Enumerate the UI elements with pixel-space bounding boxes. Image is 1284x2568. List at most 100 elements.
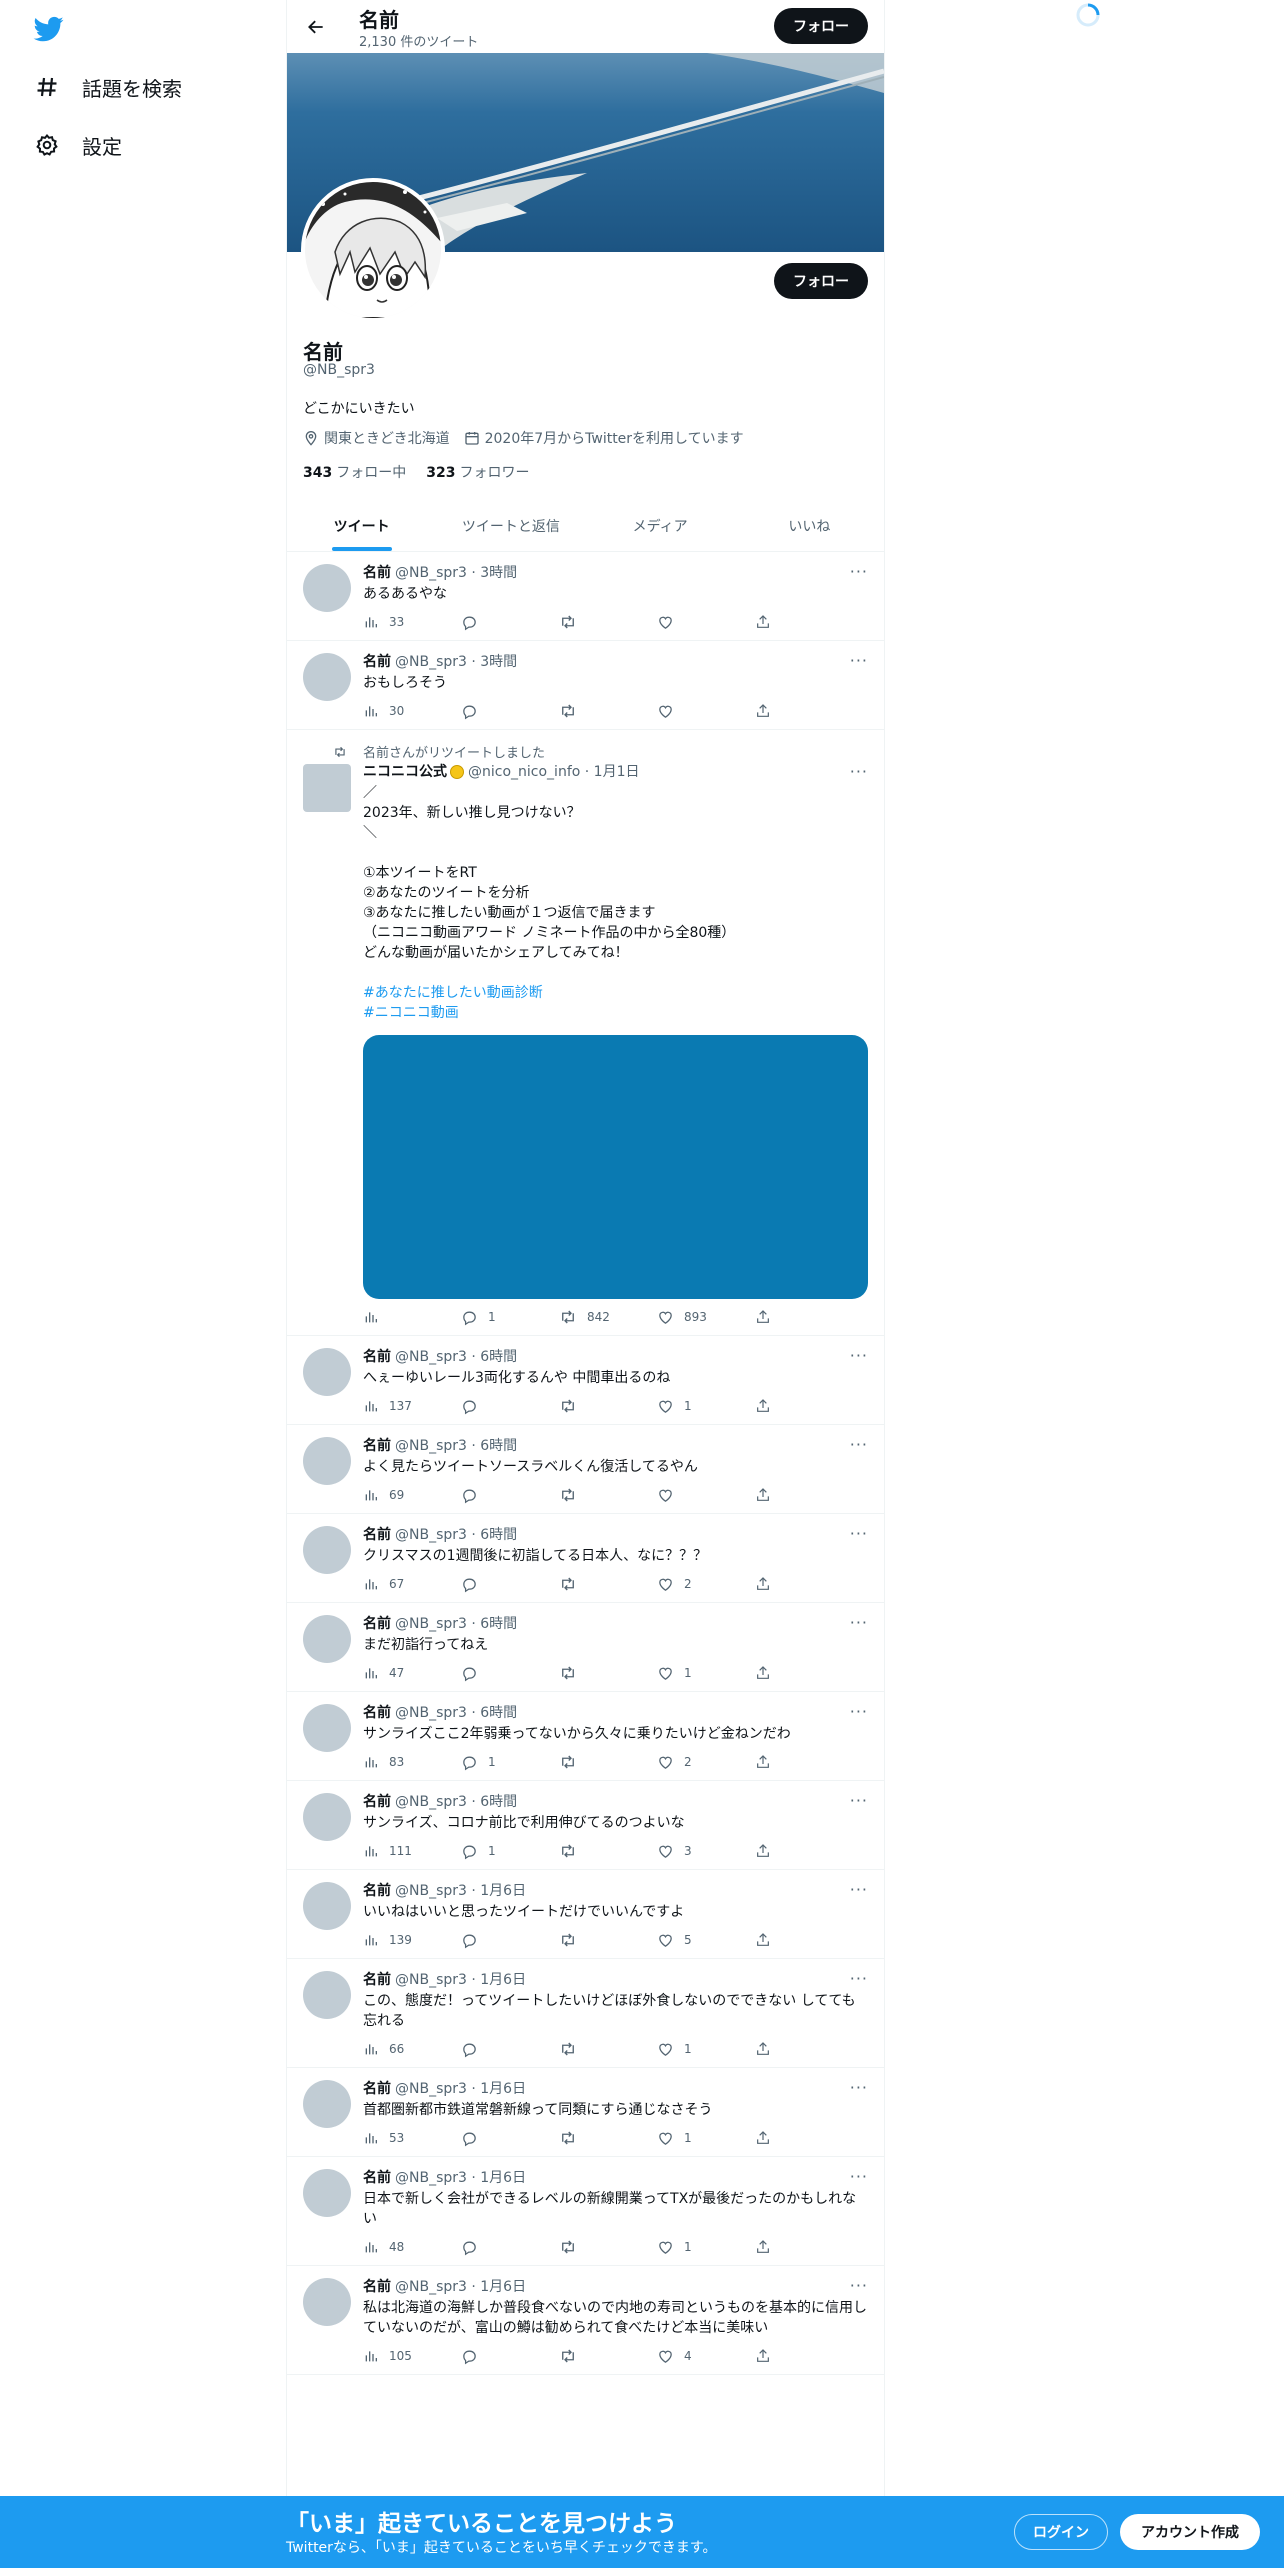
more-options-icon[interactable]: ··· [850, 1791, 868, 1810]
views-action[interactable]: 33 [363, 614, 461, 630]
replies-action[interactable] [461, 1932, 559, 1949]
header-follow-button[interactable]: フォロー [774, 8, 868, 44]
share-action[interactable] [755, 614, 785, 630]
following-link[interactable]: 343 フォロー中 [303, 462, 406, 482]
tweet-author-name[interactable]: 名前 [363, 1437, 391, 1455]
more-options-icon[interactable]: ··· [850, 1702, 868, 1721]
retweets-action[interactable] [559, 1575, 657, 1593]
tweet[interactable]: ··· 名前 @NB_spr3 · 3時間 おもしろそう 30 [287, 641, 884, 730]
tweet-avatar[interactable] [303, 1882, 351, 1930]
share-action[interactable] [755, 2041, 785, 2057]
views-action[interactable]: 105 [363, 2348, 461, 2364]
profile-avatar[interactable] [301, 178, 445, 322]
profile-follow-button[interactable]: フォロー [774, 263, 868, 299]
replies-action[interactable] [461, 2348, 559, 2365]
tweet[interactable]: ··· 名前 @NB_spr3 · 6時間 まだ初詣行ってねえ 47 1 [287, 1603, 884, 1692]
tab-media[interactable]: メディア [586, 500, 735, 551]
tweet[interactable]: ··· 名前 @NB_spr3 · 1月6日 この、態度だ！ってツイートしたいけどほぼ… [287, 1959, 884, 2068]
replies-action[interactable] [461, 614, 559, 631]
more-options-icon[interactable]: ··· [850, 1435, 868, 1454]
views-action[interactable]: 30 [363, 703, 461, 719]
likes-action[interactable]: 1 [657, 2239, 755, 2256]
tweet-avatar[interactable] [303, 653, 351, 701]
retweets-action[interactable] [559, 1753, 657, 1771]
views-action[interactable]: 53 [363, 2130, 461, 2146]
tweet-avatar[interactable] [303, 2169, 351, 2217]
tweet[interactable]: ··· 名前 @NB_spr3 · 1月6日 私は北海道の海鮮しか普段食べないので内地… [287, 2266, 884, 2375]
tweet-author-name[interactable]: 名前 [363, 564, 391, 582]
replies-action[interactable] [461, 1576, 559, 1593]
signup-button[interactable]: アカウント作成 [1120, 2514, 1260, 2550]
tweet-avatar[interactable] [303, 1793, 351, 1841]
replies-action[interactable] [461, 703, 559, 720]
tweet-media[interactable] [363, 1035, 868, 1299]
tweet[interactable]: ··· 名前 @NB_spr3 · 6時間 へぇーゆいレール3両化するんや 中間車出る… [287, 1336, 884, 1425]
retweeted-tweet[interactable]: 名前さんがリツイートしました ··· ニコニコ公式 @nico_nico_info ·… [287, 730, 884, 1336]
followers-link[interactable]: 323 フォロワー [426, 462, 529, 482]
replies-action[interactable]: 1 [461, 1754, 559, 1771]
retweets-action[interactable] [559, 1931, 657, 1949]
tweet-author-name[interactable]: 名前 [363, 1882, 391, 1900]
share-action[interactable] [755, 2348, 785, 2364]
tab-likes[interactable]: いいね [735, 500, 884, 551]
tweet-avatar[interactable] [303, 1615, 351, 1663]
tweet-avatar[interactable] [303, 1526, 351, 1574]
more-options-icon[interactable]: ··· [850, 562, 868, 581]
tweet-avatar[interactable] [303, 2278, 351, 2326]
views-action[interactable]: 137 [363, 1398, 461, 1414]
likes-action[interactable] [657, 703, 755, 720]
more-options-icon[interactable]: ··· [850, 1880, 868, 1899]
likes-action[interactable]: 1 [657, 2130, 755, 2147]
replies-action[interactable] [461, 1487, 559, 1504]
tweet[interactable]: ··· 名前 @NB_spr3 · 1月6日 いいねはいいと思ったツイートだけでいいん… [287, 1870, 884, 1959]
retweets-action[interactable]: 842 [559, 1308, 657, 1326]
share-action[interactable] [755, 703, 785, 719]
share-action[interactable] [755, 1576, 785, 1592]
views-action[interactable]: 111 [363, 1843, 461, 1859]
twitter-logo-icon[interactable] [32, 14, 66, 44]
more-options-icon[interactable]: ··· [850, 2276, 868, 2295]
tweet-avatar[interactable] [303, 1971, 351, 2019]
share-action[interactable] [755, 1309, 785, 1325]
tweet-author-name[interactable]: 名前 [363, 2278, 391, 2296]
likes-action[interactable]: 3 [657, 1843, 755, 1860]
retweets-action[interactable] [559, 2238, 657, 2256]
retweets-action[interactable] [559, 2129, 657, 2147]
views-action[interactable]: 47 [363, 1665, 461, 1681]
tab-tweets-replies[interactable]: ツイートと返信 [436, 500, 585, 551]
hashtag-link[interactable]: #あなたに推したい動画診断 [363, 983, 868, 1003]
replies-action[interactable]: 1 [461, 1843, 559, 1860]
tweet-avatar[interactable] [303, 1704, 351, 1752]
replies-action[interactable] [461, 2239, 559, 2256]
share-action[interactable] [755, 2130, 785, 2146]
tweet-author-name[interactable]: ニコニコ公式 [363, 763, 447, 781]
replies-action[interactable] [461, 2130, 559, 2147]
tweet[interactable]: ··· 名前 @NB_spr3 · 1月6日 首都圏新都市鉄道常磐新線って同類にすら通… [287, 2068, 884, 2157]
likes-action[interactable]: 1 [657, 1665, 755, 1682]
share-action[interactable] [755, 2239, 785, 2255]
tweet[interactable]: ··· 名前 @NB_spr3 · 1月6日 日本で新しく会社ができるレベルの新線開業… [287, 2157, 884, 2266]
likes-action[interactable]: 2 [657, 1576, 755, 1593]
more-options-icon[interactable]: ··· [850, 1969, 868, 1988]
login-button[interactable]: ログイン [1014, 2514, 1108, 2550]
share-action[interactable] [755, 1398, 785, 1414]
share-action[interactable] [755, 1843, 785, 1859]
views-action[interactable]: 139 [363, 1932, 461, 1948]
likes-action[interactable]: 1 [657, 1398, 755, 1415]
tweet-author-name[interactable]: 名前 [363, 1526, 391, 1544]
tweet-avatar[interactable] [303, 2080, 351, 2128]
hashtag-link[interactable]: #ニコニコ動画 [363, 1003, 868, 1023]
tweet-author-name[interactable]: 名前 [363, 2080, 391, 2098]
views-action[interactable]: 67 [363, 1576, 461, 1592]
replies-action[interactable] [461, 1398, 559, 1415]
retweets-action[interactable] [559, 1397, 657, 1415]
share-action[interactable] [755, 1932, 785, 1948]
views-action[interactable] [363, 1309, 461, 1325]
more-options-icon[interactable]: ··· [850, 2078, 868, 2097]
more-options-icon[interactable]: ··· [850, 2167, 868, 2186]
share-action[interactable] [755, 1487, 785, 1503]
tweet-author-name[interactable]: 名前 [363, 1971, 391, 1989]
tweet[interactable]: ··· 名前 @NB_spr3 · 6時間 クリスマスの1週間後に初詣してる日本人、な… [287, 1514, 884, 1603]
more-options-icon[interactable]: ··· [850, 1524, 868, 1543]
tweet-author-name[interactable]: 名前 [363, 1615, 391, 1633]
